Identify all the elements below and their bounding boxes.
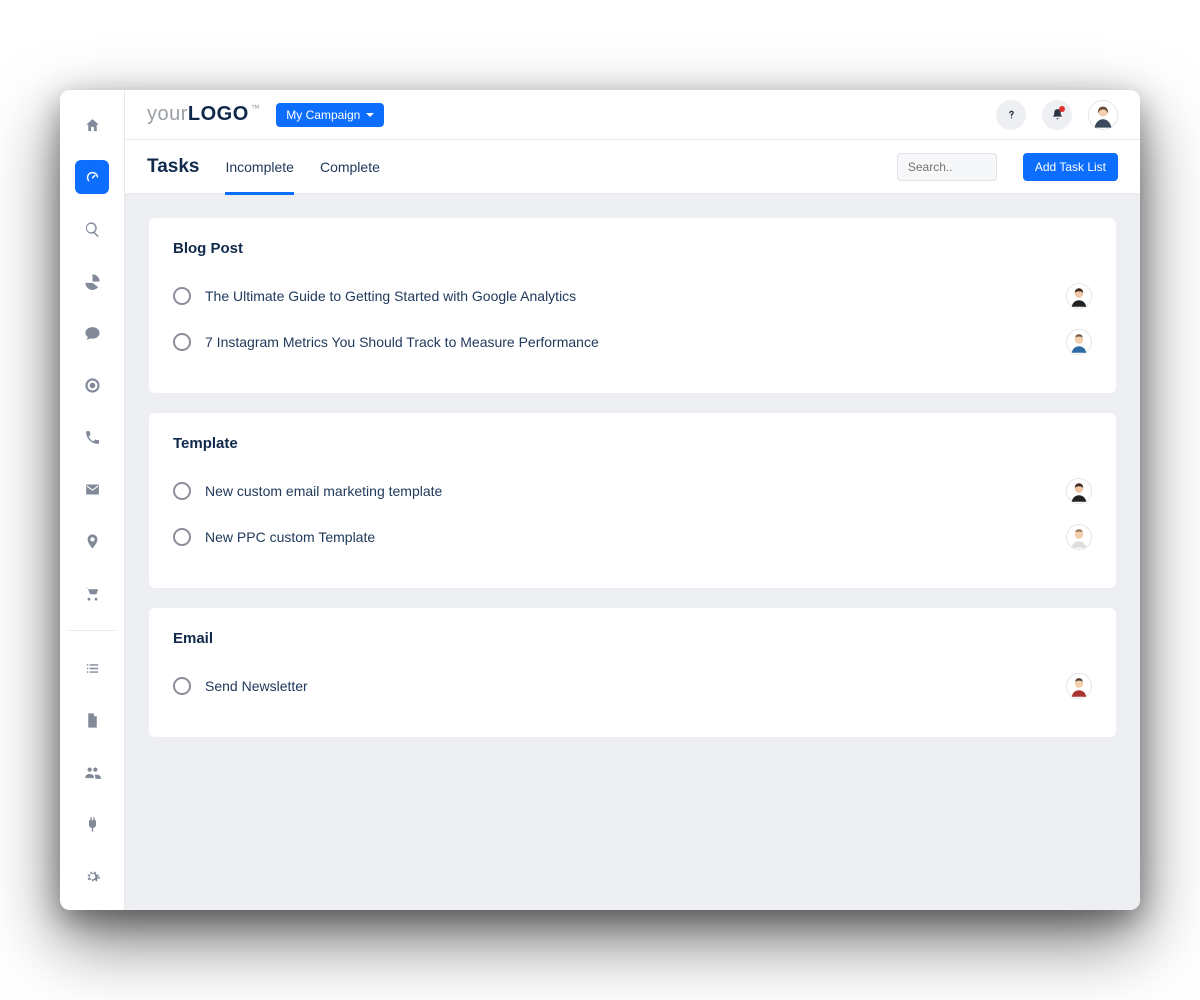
avatar-icon [1067,479,1091,503]
logo-part1: your [147,103,188,125]
campaign-dropdown[interactable]: My Campaign [276,103,384,127]
users-icon [84,764,101,781]
nav-chat[interactable] [75,316,109,350]
task-list-blog-post: Blog Post The Ultimate Guide to Getting … [149,218,1116,393]
nav-location[interactable] [75,524,109,558]
list-title: Blog Post [173,240,1092,257]
nav-file[interactable] [75,703,109,737]
dashboard-icon [84,169,101,186]
task-checkbox[interactable] [173,482,191,500]
nav-analytics[interactable] [75,264,109,298]
add-task-list-button[interactable]: Add Task List [1023,153,1118,181]
logo-tm: ™ [251,103,261,113]
nav-users[interactable] [75,755,109,789]
chat-icon [84,325,101,342]
user-avatar[interactable] [1088,100,1118,130]
task-label[interactable]: New custom email marketing template [205,483,1052,499]
list-title: Email [173,630,1092,647]
chevron-down-icon [366,113,374,117]
nav-plug[interactable] [75,807,109,841]
page-title: Tasks [147,156,199,178]
search-icon [84,221,101,238]
task-row: New PPC custom Template [173,514,1092,560]
logo-part2: LOGO [188,103,249,125]
nav-phone[interactable] [75,420,109,454]
pie-chart-icon [84,273,101,290]
nav-cart[interactable] [75,576,109,610]
task-assignee-avatar[interactable] [1066,478,1092,504]
avatar-icon [1067,525,1091,549]
plug-icon [84,816,101,833]
task-list-template: Template New custom email marketing temp… [149,413,1116,588]
nav-tasks[interactable] [75,651,109,685]
tab-incomplete[interactable]: Incomplete [225,140,293,194]
avatar-icon [1067,674,1091,698]
task-list-email: Email Send Newsletter [149,608,1116,737]
nav-target[interactable] [75,368,109,402]
task-checkbox[interactable] [173,333,191,351]
list-icon [84,660,101,677]
main: yourLOGO™ My Campaign Tasks Incomplete C… [124,90,1140,910]
task-assignee-avatar[interactable] [1066,673,1092,699]
sidebar [60,90,124,910]
content: Blog Post The Ultimate Guide to Getting … [125,194,1140,910]
avatar-icon [1067,284,1091,308]
nav-search[interactable] [75,212,109,246]
task-row: New custom email marketing template [173,468,1092,514]
task-checkbox[interactable] [173,677,191,695]
app-frame: yourLOGO™ My Campaign Tasks Incomplete C… [60,90,1140,910]
task-label[interactable]: 7 Instagram Metrics You Should Track to … [205,334,1052,350]
cart-icon [84,585,101,602]
question-icon [1005,108,1018,121]
nav-settings[interactable] [75,859,109,893]
task-label[interactable]: The Ultimate Guide to Getting Started wi… [205,288,1052,304]
task-assignee-avatar[interactable] [1066,283,1092,309]
task-checkbox[interactable] [173,528,191,546]
nav-divider [68,630,116,631]
avatar-icon [1089,101,1117,129]
task-row: Send Newsletter [173,663,1092,709]
task-assignee-avatar[interactable] [1066,524,1092,550]
gear-icon [84,868,101,885]
mail-icon [84,481,101,498]
notifications-button[interactable] [1042,100,1072,130]
logo: yourLOGO™ [147,103,260,126]
campaign-label: My Campaign [286,108,360,122]
tab-complete[interactable]: Complete [320,140,380,194]
topbar: yourLOGO™ My Campaign [125,90,1140,140]
task-row: The Ultimate Guide to Getting Started wi… [173,273,1092,319]
task-checkbox[interactable] [173,287,191,305]
help-button[interactable] [996,100,1026,130]
nav-mail[interactable] [75,472,109,506]
task-row: 7 Instagram Metrics You Should Track to … [173,319,1092,365]
nav-home[interactable] [75,108,109,142]
nav-dashboard[interactable] [75,160,109,194]
search-input[interactable] [897,153,997,181]
location-icon [84,533,101,550]
task-label[interactable]: Send Newsletter [205,678,1052,694]
task-label[interactable]: New PPC custom Template [205,529,1052,545]
list-title: Template [173,435,1092,452]
subheader: Tasks Incomplete Complete Add Task List [125,140,1140,194]
home-icon [84,117,101,134]
task-assignee-avatar[interactable] [1066,329,1092,355]
file-icon [84,712,101,729]
phone-icon [84,429,101,446]
notification-dot [1059,106,1065,112]
target-icon [84,377,101,394]
avatar-icon [1067,330,1091,354]
